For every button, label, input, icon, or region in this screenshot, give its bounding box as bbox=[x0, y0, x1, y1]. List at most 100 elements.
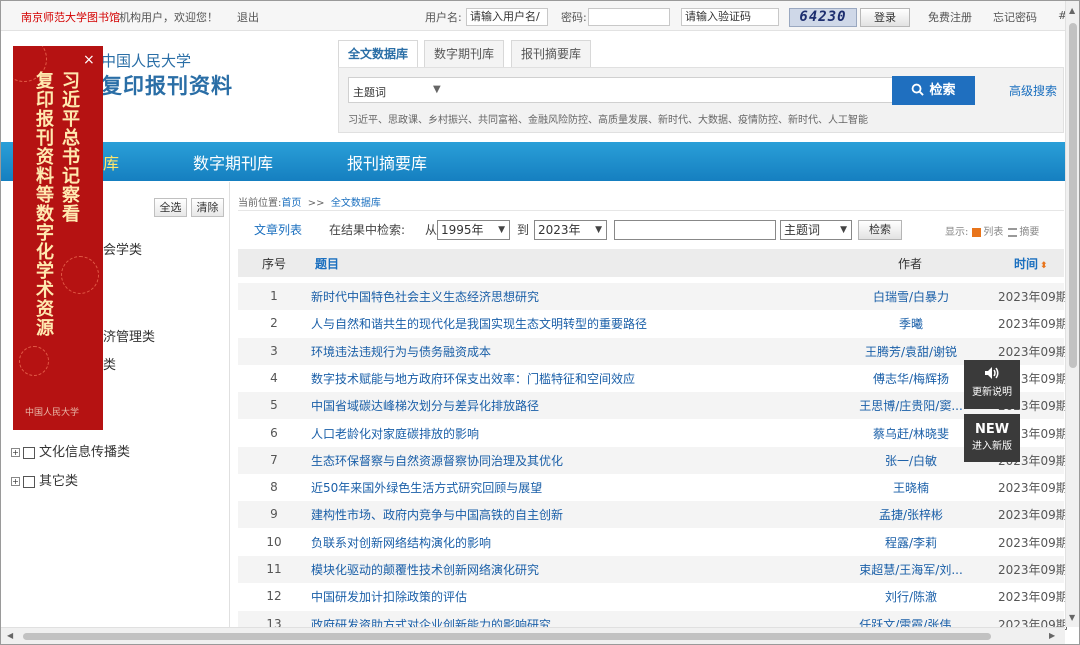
row-author-link[interactable]: 张一/白敏 bbox=[841, 452, 981, 469]
breadcrumb-home[interactable]: 首页 bbox=[281, 198, 301, 209]
table-row[interactable]: 12 中国研发加计扣除政策的评估 刘行/陈澈 2023年09期 bbox=[238, 583, 1067, 610]
row-author-link[interactable]: 程露/李莉 bbox=[841, 534, 981, 551]
row-author-link[interactable]: 王晓楠 bbox=[841, 479, 981, 496]
scroll-up-icon[interactable]: ▲ bbox=[1069, 6, 1075, 15]
nav-fulltext[interactable]: 库 bbox=[103, 150, 119, 174]
register-link[interactable]: 免费注册 bbox=[928, 9, 972, 25]
header-title[interactable]: 题目 bbox=[315, 255, 339, 272]
checkbox[interactable] bbox=[23, 475, 35, 488]
nav-digital-journals[interactable]: 数字期刊库 bbox=[193, 150, 273, 174]
scroll-right-icon[interactable]: ▶ bbox=[1049, 631, 1055, 640]
row-author-link[interactable]: 孟捷/张梓彬 bbox=[841, 506, 981, 523]
row-title-link[interactable]: 生态环保督察与自然资源督察协同治理及其优化 bbox=[311, 452, 563, 469]
breadcrumb-current[interactable]: 全文数据库 bbox=[331, 198, 381, 209]
row-author-link[interactable]: 傅志华/梅辉扬 bbox=[841, 370, 981, 387]
sort-arrows-icon[interactable]: ⬍ bbox=[1040, 261, 1048, 271]
row-title-link[interactable]: 人与自然和谐共生的现代化是我国实现生态文明转型的重要路径 bbox=[311, 315, 647, 332]
filter-field-value: 主题词 bbox=[784, 223, 821, 237]
row-author-link[interactable]: 王思博/庄贵阳/窦... bbox=[841, 397, 981, 414]
table-row[interactable]: 2 人与自然和谐共生的现代化是我国实现生态文明转型的重要路径 季曦 2023年09期 bbox=[238, 310, 1068, 337]
row-title-link[interactable]: 数字技术赋能与地方政府环保支出效率：门槛特征和空间效应 bbox=[311, 370, 635, 387]
row-title-link[interactable]: 环境违法违规行为与债务融资成本 bbox=[311, 343, 491, 360]
tab-digital-journals[interactable]: 数字期刊库 bbox=[424, 40, 505, 68]
category-partial-3[interactable]: 类 bbox=[103, 354, 116, 373]
category-other[interactable]: + 其它类 bbox=[11, 470, 79, 489]
abstract-view-icon[interactable] bbox=[1008, 227, 1018, 237]
row-author-link[interactable]: 季曦 bbox=[841, 315, 981, 332]
clear-button[interactable]: 清除 bbox=[191, 198, 224, 217]
row-time: 2023年09期 bbox=[998, 317, 1068, 332]
row-title-link[interactable]: 近50年来国外绿色生活方式研究回顾与展望 bbox=[311, 479, 542, 496]
chevron-down-icon: ▼ bbox=[433, 84, 441, 95]
search-field-select[interactable]: 主题词 bbox=[353, 84, 386, 100]
row-title-link[interactable]: 中国省域碳达峰梯次划分与差异化排放路径 bbox=[311, 397, 539, 414]
row-author-link[interactable]: 束超慧/王海军/刘... bbox=[841, 561, 981, 578]
username-input[interactable]: 请输入用户名/ bbox=[466, 8, 548, 26]
row-author-link[interactable]: 刘行/陈澈 bbox=[841, 588, 981, 605]
checkbox[interactable] bbox=[23, 446, 35, 459]
to-year-select[interactable]: 2023年 ▼ bbox=[534, 220, 607, 240]
row-author-link[interactable]: 王腾芳/袁甜/谢锐 bbox=[841, 343, 981, 360]
close-icon[interactable]: × bbox=[83, 52, 95, 68]
table-row[interactable]: 1 新时代中国特色社会主义生态经济思想研究 白瑞雪/白暴力 2023年09期 bbox=[238, 283, 1068, 310]
scroll-left-icon[interactable]: ◀ bbox=[7, 631, 13, 640]
promo-banner[interactable]: × 习近平总书记察看 复印报刊资料等数字化学术资源 中国人民大学 bbox=[13, 46, 103, 430]
update-notes-button[interactable]: 更新说明 bbox=[964, 360, 1020, 409]
captcha-image[interactable]: 64230 bbox=[789, 8, 857, 27]
vertical-scrollbar[interactable]: ▲ ▼ bbox=[1065, 1, 1079, 627]
scroll-down-icon[interactable]: ▼ bbox=[1069, 613, 1075, 622]
search-input[interactable]: 主题词 ▼ bbox=[348, 77, 893, 103]
captcha-input[interactable]: 请输入验证码 bbox=[681, 8, 779, 26]
table-row[interactable]: 8 近50年来国外绿色生活方式研究回顾与展望 王晓楠 2023年09期 bbox=[238, 474, 1068, 501]
row-title-link[interactable]: 负联系对创新网络结构演化的影响 bbox=[311, 534, 491, 551]
scroll-thumb[interactable] bbox=[23, 633, 991, 640]
login-button[interactable]: 登录 bbox=[860, 8, 910, 27]
table-row[interactable]: 9 建构性市场、政府内竞争与中国高铁的自主创新 孟捷/张梓彬 2023年09期 bbox=[238, 501, 1068, 529]
category-label: 其它类 bbox=[39, 474, 79, 489]
from-year-select[interactable]: 1995年 ▼ bbox=[437, 220, 510, 240]
row-title-link[interactable]: 模块化驱动的颠覆性技术创新网络演化研究 bbox=[311, 561, 539, 578]
display-list[interactable]: 列表 bbox=[983, 227, 1003, 238]
nav-abstracts[interactable]: 报刊摘要库 bbox=[347, 150, 427, 174]
table-row[interactable]: 7 生态环保督察与自然资源督察协同治理及其优化 张一/白敏 2023年09期 bbox=[238, 446, 1068, 474]
table-row[interactable]: 3 环境违法违规行为与债务融资成本 王腾芳/袁甜/谢锐 2023年09期 bbox=[238, 337, 1068, 365]
row-title-link[interactable]: 中国研发加计扣除政策的评估 bbox=[311, 588, 467, 605]
filter-keyword-input[interactable] bbox=[614, 220, 776, 240]
tab-article-list[interactable]: 文章列表 bbox=[254, 221, 302, 238]
row-author-link[interactable]: 白瑞雪/白暴力 bbox=[841, 288, 981, 305]
filter-search-button[interactable]: 检索 bbox=[858, 220, 902, 240]
expand-plus-icon[interactable]: + bbox=[11, 477, 20, 486]
expand-plus-icon[interactable]: + bbox=[11, 448, 20, 457]
table-row[interactable]: 5 中国省域碳达峰梯次划分与差异化排放路径 王思博/庄贵阳/窦... 2023年09期 bbox=[238, 392, 1068, 420]
category-culture[interactable]: + 文化信息传播类 bbox=[11, 441, 130, 460]
row-title-link[interactable]: 人口老龄化对家庭碳排放的影响 bbox=[311, 425, 479, 442]
select-all-button[interactable]: 全选 bbox=[154, 198, 187, 217]
table-row[interactable]: 4 数字技术赋能与地方政府环保支出效率：门槛特征和空间效应 傅志华/梅辉扬 2023年… bbox=[238, 365, 1068, 392]
password-input[interactable] bbox=[588, 8, 670, 26]
row-title-link[interactable]: 建构性市场、政府内竞争与中国高铁的自主创新 bbox=[311, 506, 563, 523]
row-num: 10 bbox=[266, 534, 282, 549]
table-row[interactable]: 6 人口老龄化对家庭碳排放的影响 蔡乌赶/林晓斐 2023年09期 bbox=[238, 420, 1068, 447]
filter-field-select[interactable]: 主题词 ▼ bbox=[780, 220, 852, 240]
category-partial-1[interactable]: 会学类 bbox=[103, 239, 142, 258]
tab-abstracts[interactable]: 报刊摘要库 bbox=[511, 40, 592, 68]
search-button[interactable]: 检索 bbox=[892, 76, 975, 105]
list-view-icon[interactable] bbox=[972, 227, 982, 237]
table-row[interactable]: 11 模块化驱动的颠覆性技术创新网络演化研究 束超慧/王海军/刘... 2023年09… bbox=[238, 556, 1068, 583]
advanced-search-link[interactable]: 高级搜索 bbox=[1009, 82, 1057, 99]
display-abstract[interactable]: 摘要 bbox=[1019, 227, 1039, 238]
scroll-thumb[interactable] bbox=[1069, 23, 1077, 368]
search-box: 主题词 ▼ 检索 高级搜索 习近平、思政课、乡村振兴、共同富裕、金融风险防控、高… bbox=[338, 67, 1064, 133]
horizontal-scrollbar[interactable]: ◀ ▶ bbox=[1, 627, 1065, 644]
row-author-link[interactable]: 蔡乌赶/林晓斐 bbox=[841, 425, 981, 442]
row-title-link[interactable]: 新时代中国特色社会主义生态经济思想研究 bbox=[311, 288, 539, 305]
new-version-button[interactable]: NEW 进入新版 bbox=[964, 414, 1020, 462]
firework-decoration bbox=[61, 256, 99, 294]
logout-link[interactable]: 退出 bbox=[237, 9, 259, 25]
category-partial-2[interactable]: 济管理类 bbox=[103, 326, 155, 345]
forgot-password-link[interactable]: 忘记密码 bbox=[993, 9, 1037, 25]
table-row[interactable]: 10 负联系对创新网络结构演化的影响 程露/李莉 2023年09期 bbox=[238, 529, 1067, 556]
header-time[interactable]: 时间 ⬍ bbox=[1014, 255, 1048, 272]
tab-fulltext[interactable]: 全文数据库 bbox=[338, 40, 419, 68]
hot-keywords[interactable]: 习近平、思政课、乡村振兴、共同富裕、金融风险防控、高质量发展、新时代、大数据、疫… bbox=[348, 111, 868, 126]
